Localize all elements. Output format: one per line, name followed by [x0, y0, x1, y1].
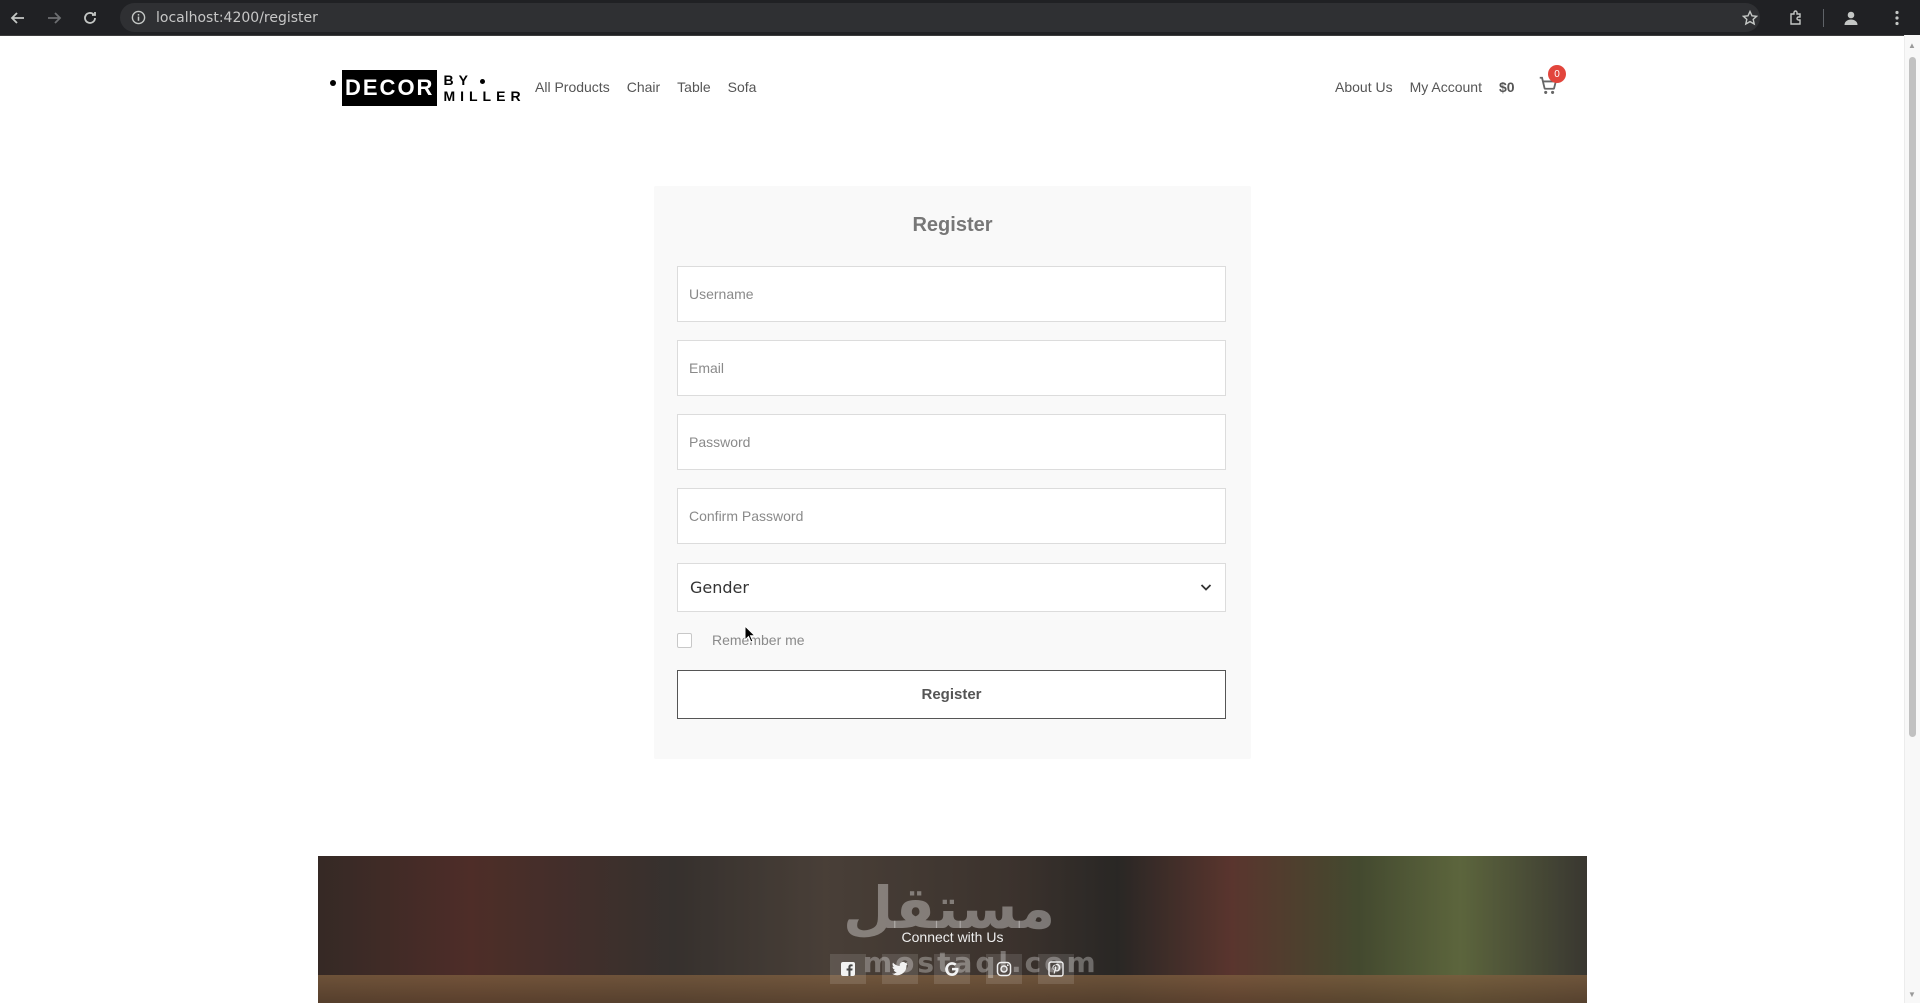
email-input[interactable]: Email: [677, 340, 1226, 396]
pinterest-icon[interactable]: [1038, 954, 1074, 984]
scroll-up-arrow-icon[interactable]: ▲: [1908, 41, 1916, 50]
page-scrollbar[interactable]: ▲ ▼: [1904, 35, 1920, 1003]
extensions-icon[interactable]: [1773, 0, 1819, 35]
scroll-down-arrow-icon[interactable]: ▼: [1908, 990, 1916, 999]
register-button[interactable]: Register: [677, 670, 1226, 719]
logo-by: BY: [443, 72, 473, 88]
nav-table[interactable]: Table: [677, 79, 710, 95]
nav-about-us[interactable]: About Us: [1335, 79, 1393, 95]
logo-sub: MILLER: [443, 88, 526, 104]
gender-select[interactable]: Gender: [677, 563, 1226, 612]
password-placeholder: Password: [689, 434, 751, 450]
mouse-cursor-icon: [744, 624, 757, 648]
gender-selected-value: Gender: [690, 578, 749, 597]
instagram-icon[interactable]: [986, 954, 1022, 984]
logo-dot: [330, 80, 336, 86]
confirm-password-placeholder: Confirm Password: [689, 508, 804, 524]
address-bar[interactable]: localhost:4200/register: [120, 3, 1760, 32]
username-input[interactable]: Username: [677, 266, 1226, 322]
remember-me-label[interactable]: Remember me: [712, 632, 805, 648]
url-text: localhost:4200/register: [156, 9, 318, 26]
confirm-password-input[interactable]: Confirm Password: [677, 488, 1226, 544]
reload-icon: [84, 11, 96, 24]
main-nav: All Products Chair Table Sofa: [535, 79, 756, 95]
register-card: Register Username Email Password Confirm…: [654, 186, 1251, 759]
account-nav: About Us My Account $0: [1335, 79, 1515, 95]
google-icon[interactable]: [934, 954, 970, 984]
logo-dot-small: [479, 78, 485, 84]
forward-button[interactable]: [36, 0, 72, 35]
site-footer: مستقل mostaql.com Connect with Us: [318, 856, 1587, 1003]
nav-sofa[interactable]: Sofa: [728, 79, 757, 95]
username-placeholder: Username: [689, 286, 754, 302]
remember-me-checkbox[interactable]: [677, 632, 692, 648]
toolbar-divider: [1823, 8, 1824, 27]
logo-main: DECOR: [342, 70, 438, 106]
back-button[interactable]: [0, 0, 36, 35]
cart-count-badge: 0: [1548, 65, 1566, 83]
password-input[interactable]: Password: [677, 414, 1226, 470]
site-header: DECOR BY MILLER All Products Chair Table…: [0, 35, 1905, 145]
remember-me-row: Remember me: [677, 632, 805, 648]
logo-stack: BY MILLER: [443, 72, 525, 104]
cart-total: $0: [1498, 79, 1515, 95]
browser-toolbar: localhost:4200/register: [0, 0, 1920, 36]
social-links: [830, 954, 1074, 984]
arrow-left-icon: [10, 11, 24, 24]
chevron-down-icon: [1200, 584, 1212, 591]
brand-logo[interactable]: DECOR BY MILLER: [330, 70, 526, 106]
scrollbar-thumb[interactable]: [1909, 57, 1916, 737]
register-button-label: Register: [921, 686, 982, 703]
arrow-right-icon: [48, 11, 62, 24]
nav-chair[interactable]: Chair: [627, 79, 660, 95]
register-title: Register: [912, 214, 993, 236]
nav-my-account[interactable]: My Account: [1410, 79, 1482, 95]
twitter-icon[interactable]: [882, 954, 918, 984]
site-info-icon[interactable]: [120, 10, 156, 25]
bookmark-star-icon[interactable]: [1727, 0, 1773, 35]
nav-all-products[interactable]: All Products: [535, 79, 610, 95]
reload-button[interactable]: [72, 0, 108, 35]
menu-kebab-icon[interactable]: [1874, 0, 1920, 35]
profile-icon[interactable]: [1828, 0, 1874, 35]
connect-heading: Connect with Us: [901, 929, 1004, 945]
email-placeholder: Email: [689, 360, 725, 376]
facebook-icon[interactable]: [830, 954, 866, 984]
